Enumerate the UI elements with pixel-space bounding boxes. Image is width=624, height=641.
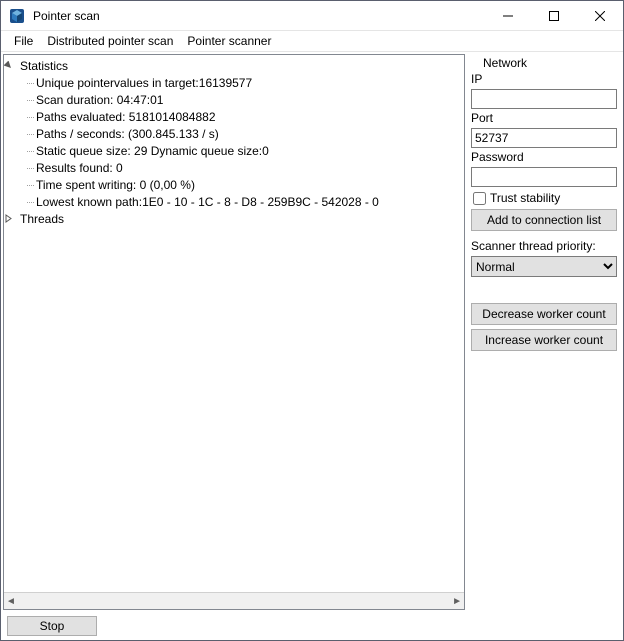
trust-stability-label: Trust stability (490, 191, 560, 205)
tree-scroll[interactable]: Statistics ·Unique pointervalues in targ… (4, 55, 464, 592)
scroll-left-icon[interactable]: ◄ (6, 596, 16, 607)
password-input[interactable] (471, 167, 617, 187)
main-area: Statistics ·Unique pointervalues in targ… (1, 51, 623, 640)
scroll-right-icon[interactable]: ► (452, 596, 462, 607)
close-button[interactable] (577, 1, 623, 30)
window-controls (485, 1, 623, 30)
menu-bar: File Distributed pointer scan Pointer sc… (1, 31, 623, 51)
port-label: Port (471, 111, 617, 126)
stat-results-found: Results found: 0 (36, 161, 123, 175)
increase-worker-button[interactable]: Increase worker count (471, 329, 617, 351)
minimize-button[interactable] (485, 1, 531, 30)
ip-input[interactable] (471, 89, 617, 109)
tree-leaf[interactable]: ·Paths / seconds: (300.845.133 / s) (4, 125, 464, 142)
spacer (471, 279, 617, 299)
side-panel: Network IP Port Password Trust stability… (467, 52, 623, 640)
stat-time-writing: Time spent writing: 0 (0,00 %) (36, 178, 195, 192)
priority-label: Scanner thread priority: (471, 239, 617, 254)
tree-node-threads[interactable]: Threads (4, 210, 464, 227)
maximize-button[interactable] (531, 1, 577, 30)
menu-distributed-pointer-scan[interactable]: Distributed pointer scan (40, 32, 180, 50)
tree-node-statistics[interactable]: Statistics (4, 57, 464, 74)
bottom-bar: Stop (1, 612, 467, 640)
stat-unique: Unique pointervalues in target:16139577 (36, 76, 252, 90)
tree-leaf[interactable]: ·Results found: 0 (4, 159, 464, 176)
priority-select[interactable]: Normal (471, 256, 617, 277)
left-panel: Statistics ·Unique pointervalues in targ… (1, 52, 467, 640)
collapse-icon[interactable] (4, 61, 20, 70)
trust-stability-checkbox[interactable] (473, 192, 486, 205)
window-title: Pointer scan (33, 9, 485, 23)
trust-stability-row[interactable]: Trust stability (471, 191, 617, 205)
network-group-label: Network (471, 56, 617, 70)
app-icon (9, 8, 25, 24)
tree-view: Statistics ·Unique pointervalues in targ… (3, 54, 465, 610)
password-label: Password (471, 150, 617, 165)
decrease-worker-button[interactable]: Decrease worker count (471, 303, 617, 325)
tree-leaf[interactable]: ·Time spent writing: 0 (0,00 %) (4, 176, 464, 193)
stat-lowest-path: Lowest known path:1E0 - 10 - 1C - 8 - D8… (36, 195, 379, 209)
title-bar: Pointer scan (1, 1, 623, 31)
tree-leaf[interactable]: ·Unique pointervalues in target:16139577 (4, 74, 464, 91)
menu-pointer-scanner[interactable]: Pointer scanner (180, 32, 278, 50)
stat-queue-size: Static queue size: 29 Dynamic queue size… (36, 144, 269, 158)
horizontal-scrollbar[interactable]: ◄ ► (4, 592, 464, 609)
stat-duration: Scan duration: 04:47:01 (36, 93, 163, 107)
expand-icon[interactable] (4, 214, 20, 223)
tree-leaf[interactable]: ·Paths evaluated: 5181014084882 (4, 108, 464, 125)
tree-label: Threads (20, 212, 64, 226)
port-input[interactable] (471, 128, 617, 148)
add-to-connection-button[interactable]: Add to connection list (471, 209, 617, 231)
stat-paths-per-second: Paths / seconds: (300.845.133 / s) (36, 127, 219, 141)
tree-label: Statistics (20, 59, 68, 73)
menu-file[interactable]: File (7, 32, 40, 50)
stop-button[interactable]: Stop (7, 616, 97, 636)
tree-leaf[interactable]: ·Scan duration: 04:47:01 (4, 91, 464, 108)
ip-label: IP (471, 72, 617, 87)
stat-paths-evaluated: Paths evaluated: 5181014084882 (36, 110, 216, 124)
tree-leaf[interactable]: ·Lowest known path:1E0 - 10 - 1C - 8 - D… (4, 193, 464, 210)
tree-leaf[interactable]: ·Static queue size: 29 Dynamic queue siz… (4, 142, 464, 159)
